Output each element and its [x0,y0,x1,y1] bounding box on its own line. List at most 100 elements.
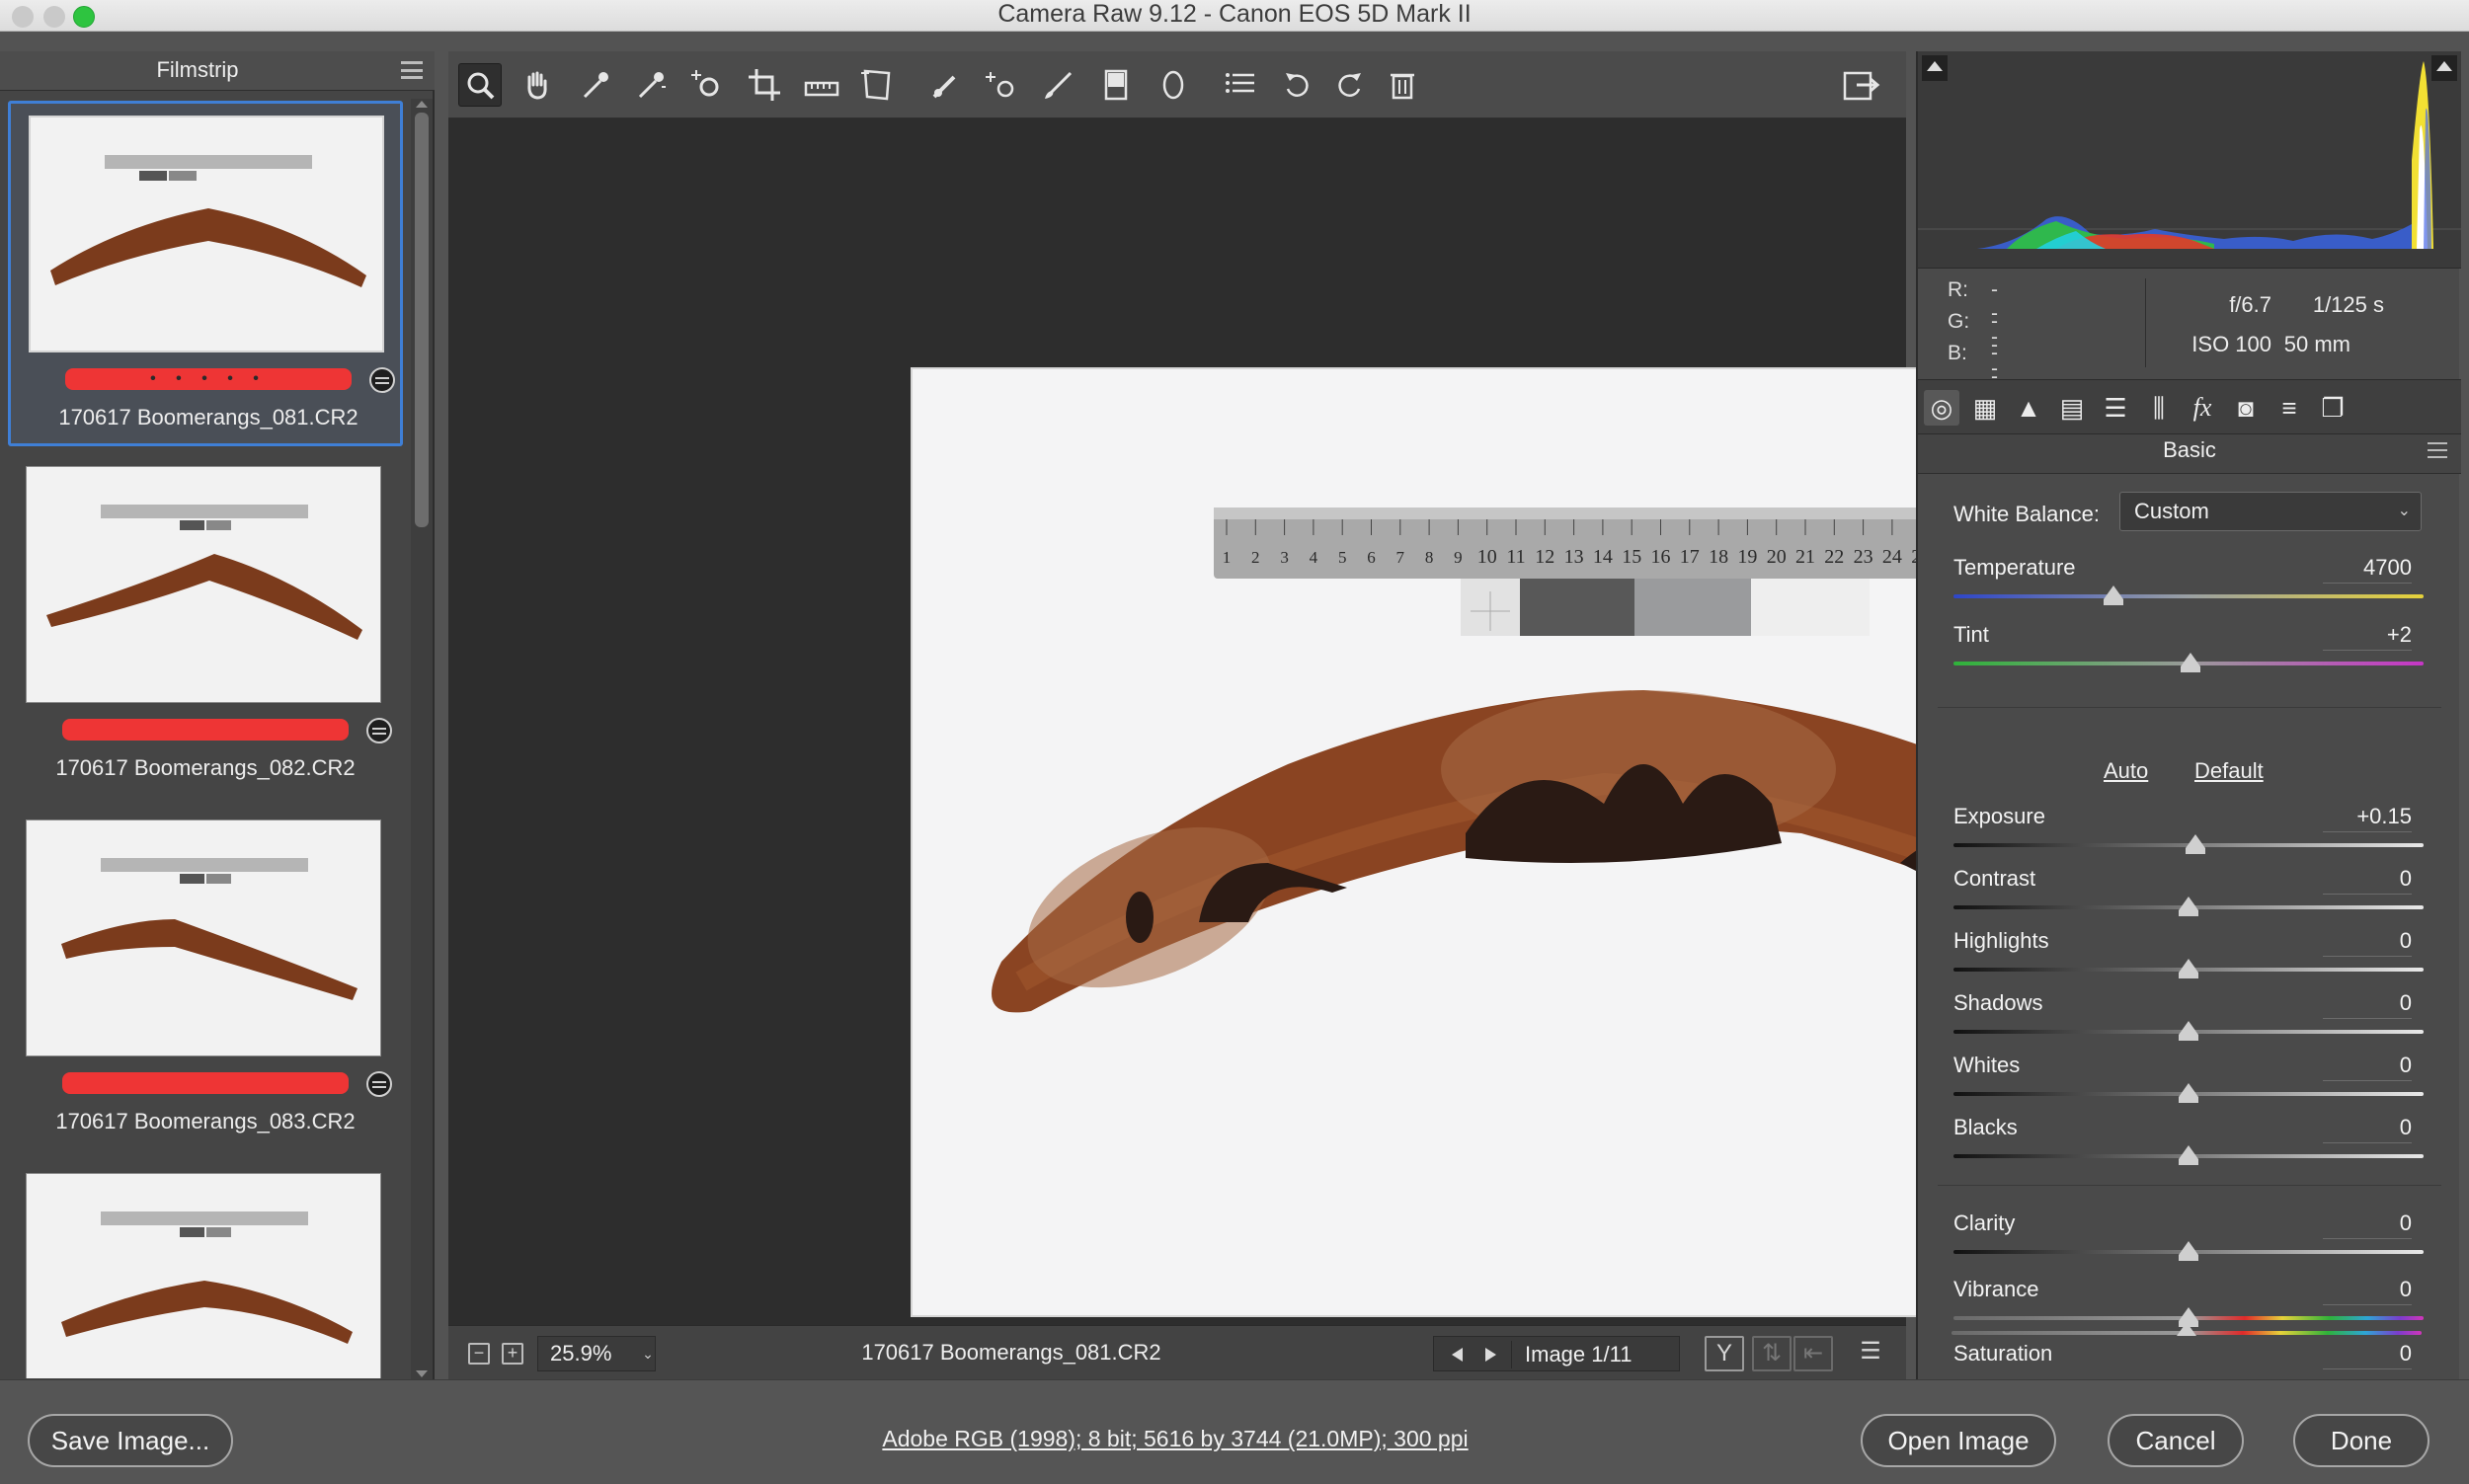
tab-camera-calibration-icon[interactable]: ◙ [2228,390,2264,426]
zoom-out-button[interactable]: − [468,1343,490,1365]
current-filename: 170617 Boomerangs_081.CR2 [861,1340,1161,1365]
slider-track[interactable] [1953,594,2424,598]
dialog-footer: Save Image... Adobe RGB (1998); 8 bit; 5… [0,1379,2469,1484]
white-balance-value: Custom [2134,499,2209,523]
shadows-slider[interactable]: Shadows 0 [1953,990,2424,1050]
open-image-button[interactable]: Open Image [1861,1414,2056,1467]
chevron-down-icon: ⌄ [2397,503,2411,519]
filmstrip-header: Filmstrip [0,51,435,91]
slider-value[interactable]: 0 [2323,866,2412,895]
cancel-button[interactable]: Cancel [2108,1414,2244,1467]
tab-tone-curve-grid-icon[interactable]: ▦ [1967,390,2003,426]
slider-value[interactable]: 0 [2323,990,2412,1019]
slider-value[interactable]: 0 [2323,1115,2412,1143]
tab-detail-triangle-icon[interactable]: ▲ [2011,390,2046,426]
slider-thumb[interactable] [2179,1083,2198,1103]
filmstrip-item[interactable]: 170617 Boomerangs_083.CR2 [8,808,403,1153]
adjustment-brush-icon[interactable] [1037,63,1080,107]
slider-thumb[interactable] [2179,1145,2198,1165]
ruler-number: 16 [1651,546,1671,568]
scroll-down-icon[interactable] [416,1370,428,1377]
clarity-slider[interactable]: Clarity 0 [1953,1211,2424,1270]
color-sampler-icon[interactable] [628,63,672,107]
spot-removal-icon[interactable] [924,63,968,107]
graduated-filter-icon[interactable] [1094,63,1138,107]
exposure-slider[interactable]: Exposure +0.15 [1953,804,2424,863]
tab-effects-fx-icon[interactable]: fx [2185,390,2220,426]
slider-value[interactable]: 4700 [2323,555,2412,584]
filmstrip-item[interactable]: • • • • • 170617 Boomerangs_081.CR2 [8,101,403,446]
copy-settings-icon[interactable]: ⇤ [1793,1336,1833,1371]
zoom-dropdown-chevron-icon[interactable]: ⌄ [632,1338,664,1369]
tab-presets-sliders-icon[interactable]: ≡ [2271,390,2307,426]
temperature-slider[interactable]: Temperature 4700 [1953,555,2424,614]
radial-filter-icon[interactable] [1152,63,1195,107]
slider-value[interactable]: 0 [2323,1053,2412,1081]
tint-slider[interactable]: Tint +2 [1953,622,2424,681]
ruler-number: 15 [1622,546,1641,568]
targeted-adjustment-icon[interactable] [685,63,729,107]
white-balance-select[interactable]: Custom ⌄ [2119,492,2422,531]
tab-lens-corrections-icon[interactable]: ⫼ [2141,390,2177,426]
rotate-ccw-icon[interactable] [1276,63,1319,107]
slider-thumb[interactable] [2179,959,2198,978]
slider-thumb[interactable] [2186,834,2206,854]
red-eye-icon[interactable] [980,63,1023,107]
panel-menu-icon[interactable] [2428,442,2447,458]
previous-image-icon[interactable] [1452,1348,1463,1362]
edited-badge-icon [369,367,395,393]
slider-value[interactable]: +0.15 [2323,804,2412,832]
slider-thumb[interactable] [2179,897,2198,916]
filmstrip-scrollbar[interactable] [411,99,433,1379]
saturation-track-row[interactable] [1951,1322,2422,1351]
default-link[interactable]: Default [2194,758,2264,784]
slider-thumb[interactable] [2177,1322,2196,1336]
whites-slider[interactable]: Whites 0 [1953,1053,2424,1112]
histogram [1918,51,2461,269]
zoom-in-button[interactable]: + [502,1343,523,1365]
before-after-view-icon[interactable]: Y [1705,1336,1744,1371]
crop-icon[interactable] [743,63,786,107]
slider-thumb[interactable] [2179,1241,2198,1261]
image-preview-area[interactable]: 1234567891011121314151617181920212223242… [448,118,2335,1325]
done-button[interactable]: Done [2293,1414,2429,1467]
filmstrip-item[interactable] [8,1161,403,1378]
ruler-number: 6 [1367,548,1376,567]
next-image-icon[interactable] [1485,1348,1496,1362]
slider-value[interactable]: +2 [2323,622,2412,651]
auto-link[interactable]: Auto [2104,758,2148,784]
tab-basic-aperture-icon[interactable]: ◎ [1924,390,1959,426]
slider-thumb[interactable] [2179,1021,2198,1041]
tab-hsl-icon[interactable]: ▤ [2054,390,2090,426]
ruler-number: 5 [1338,548,1347,567]
b-label: B: [1948,342,1967,364]
white-balance-icon[interactable] [573,63,616,107]
slider-thumb[interactable] [2103,586,2123,605]
slider-value[interactable]: 0 [2323,928,2412,957]
filmstrip-item[interactable]: 170617 Boomerangs_082.CR2 [8,454,403,800]
open-in-photoshop-icon[interactable] [1839,63,1882,107]
tab-snapshots-icon[interactable]: ❐ [2315,390,2350,426]
slider-value[interactable]: 0 [2323,1277,2412,1305]
preview-preferences-icon[interactable]: ☰ [1851,1336,1890,1371]
tab-split-toning-icon[interactable]: ☰ [2098,390,2133,426]
hand-icon[interactable] [516,63,559,107]
zoom-tool-icon[interactable] [458,63,502,107]
slider-value[interactable]: 0 [2323,1211,2412,1239]
trash-icon[interactable] [1381,63,1424,107]
preferences-icon[interactable] [1219,63,1262,107]
panel-title: Basic [1918,434,2461,474]
highlights-slider[interactable]: Highlights 0 [1953,928,2424,987]
scroll-up-icon[interactable] [416,101,428,108]
straighten-icon[interactable] [800,63,843,107]
transform-icon[interactable] [855,63,899,107]
slider-label: Tint [1953,622,1989,647]
color-label-bar: • • • • • [65,368,352,390]
slider-thumb[interactable] [2181,653,2201,672]
contrast-slider[interactable]: Contrast 0 [1953,866,2424,925]
blacks-slider[interactable]: Blacks 0 [1953,1115,2424,1174]
scrollbar-thumb[interactable] [415,113,429,527]
filmstrip-menu-icon[interactable] [401,61,423,79]
rotate-cw-icon[interactable] [1327,63,1371,107]
swap-settings-icon[interactable]: ⇅ [1752,1336,1792,1371]
